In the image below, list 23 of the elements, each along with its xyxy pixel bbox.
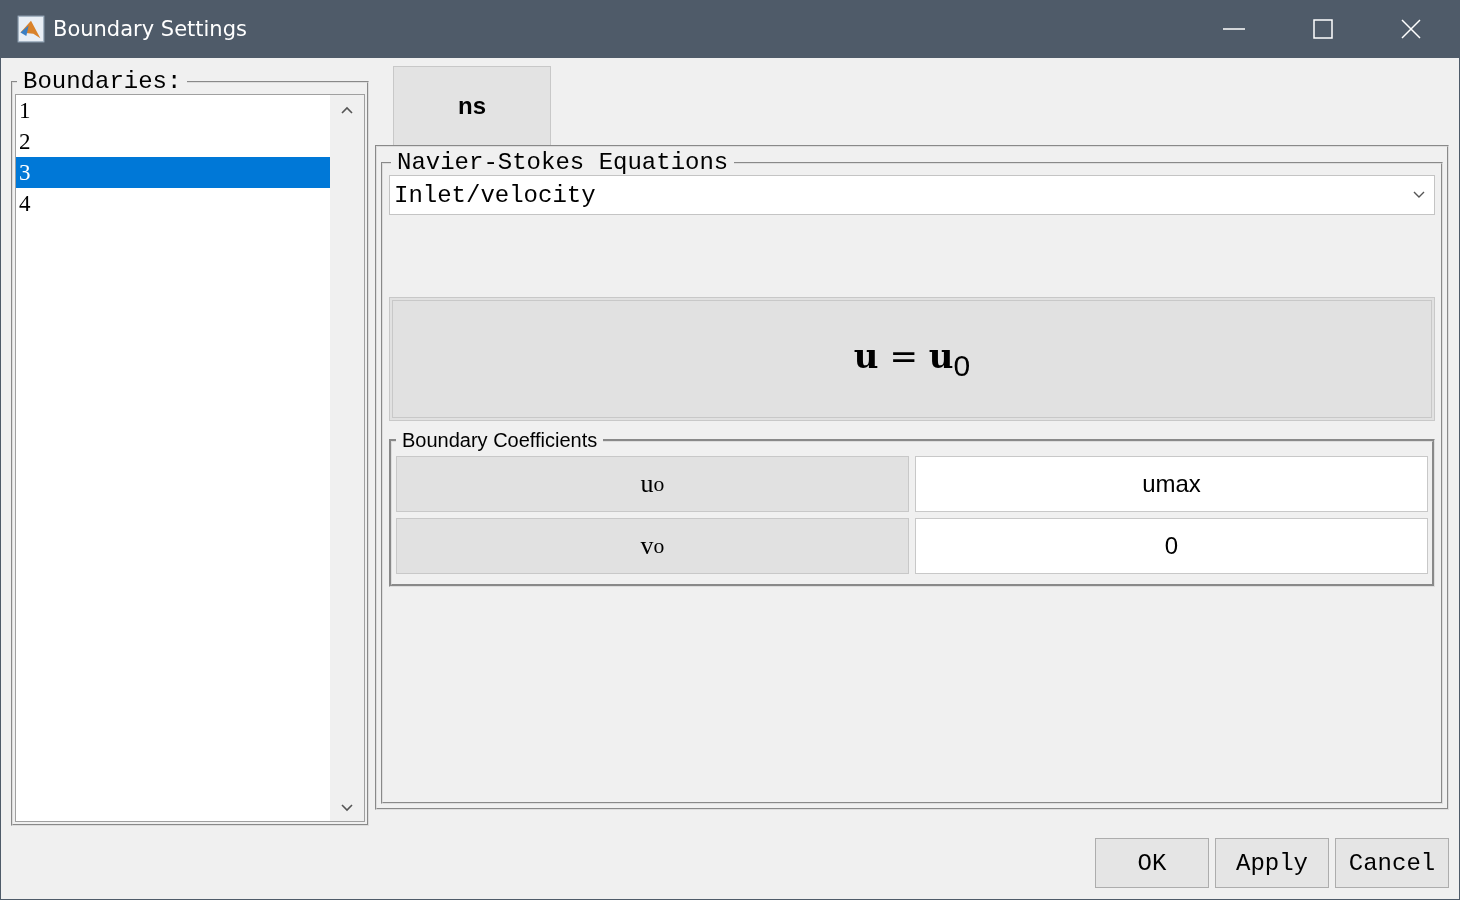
dialog-button[interactable]: Apply <box>1215 838 1329 888</box>
scroll-down-icon[interactable] <box>340 803 354 813</box>
boundary-item[interactable]: 1 <box>16 95 330 126</box>
close-icon[interactable] <box>1401 19 1421 39</box>
boundary-item[interactable]: 4 <box>16 188 330 219</box>
coefficient-field[interactable]: 0 <box>915 518 1428 574</box>
coefficient-field[interactable]: umax <box>915 456 1428 512</box>
dialog-button[interactable]: OK <box>1095 838 1209 888</box>
coefficients-label: Boundary Coefficients <box>401 429 599 452</box>
app-logo-icon <box>17 15 45 43</box>
boundary-item[interactable]: 2 <box>16 126 330 157</box>
tab[interactable]: ns <box>393 66 551 145</box>
chevron-down-icon <box>1412 190 1426 200</box>
equation-text: u = u$_{0}$ <box>853 335 971 383</box>
boundaries-label: Boundaries: <box>22 70 183 94</box>
condition-dropdown[interactable]: Inlet/velocity <box>389 175 1435 215</box>
maximize-icon[interactable] <box>1313 19 1333 39</box>
boundary-item[interactable]: 3 <box>16 157 330 188</box>
scrollbar[interactable] <box>330 95 364 821</box>
dialog-button[interactable]: Cancel <box>1335 838 1449 888</box>
window-title: Boundary Settings <box>53 17 247 41</box>
equations-label: Navier-Stokes Equations <box>396 151 730 175</box>
scroll-up-icon[interactable] <box>340 105 354 115</box>
